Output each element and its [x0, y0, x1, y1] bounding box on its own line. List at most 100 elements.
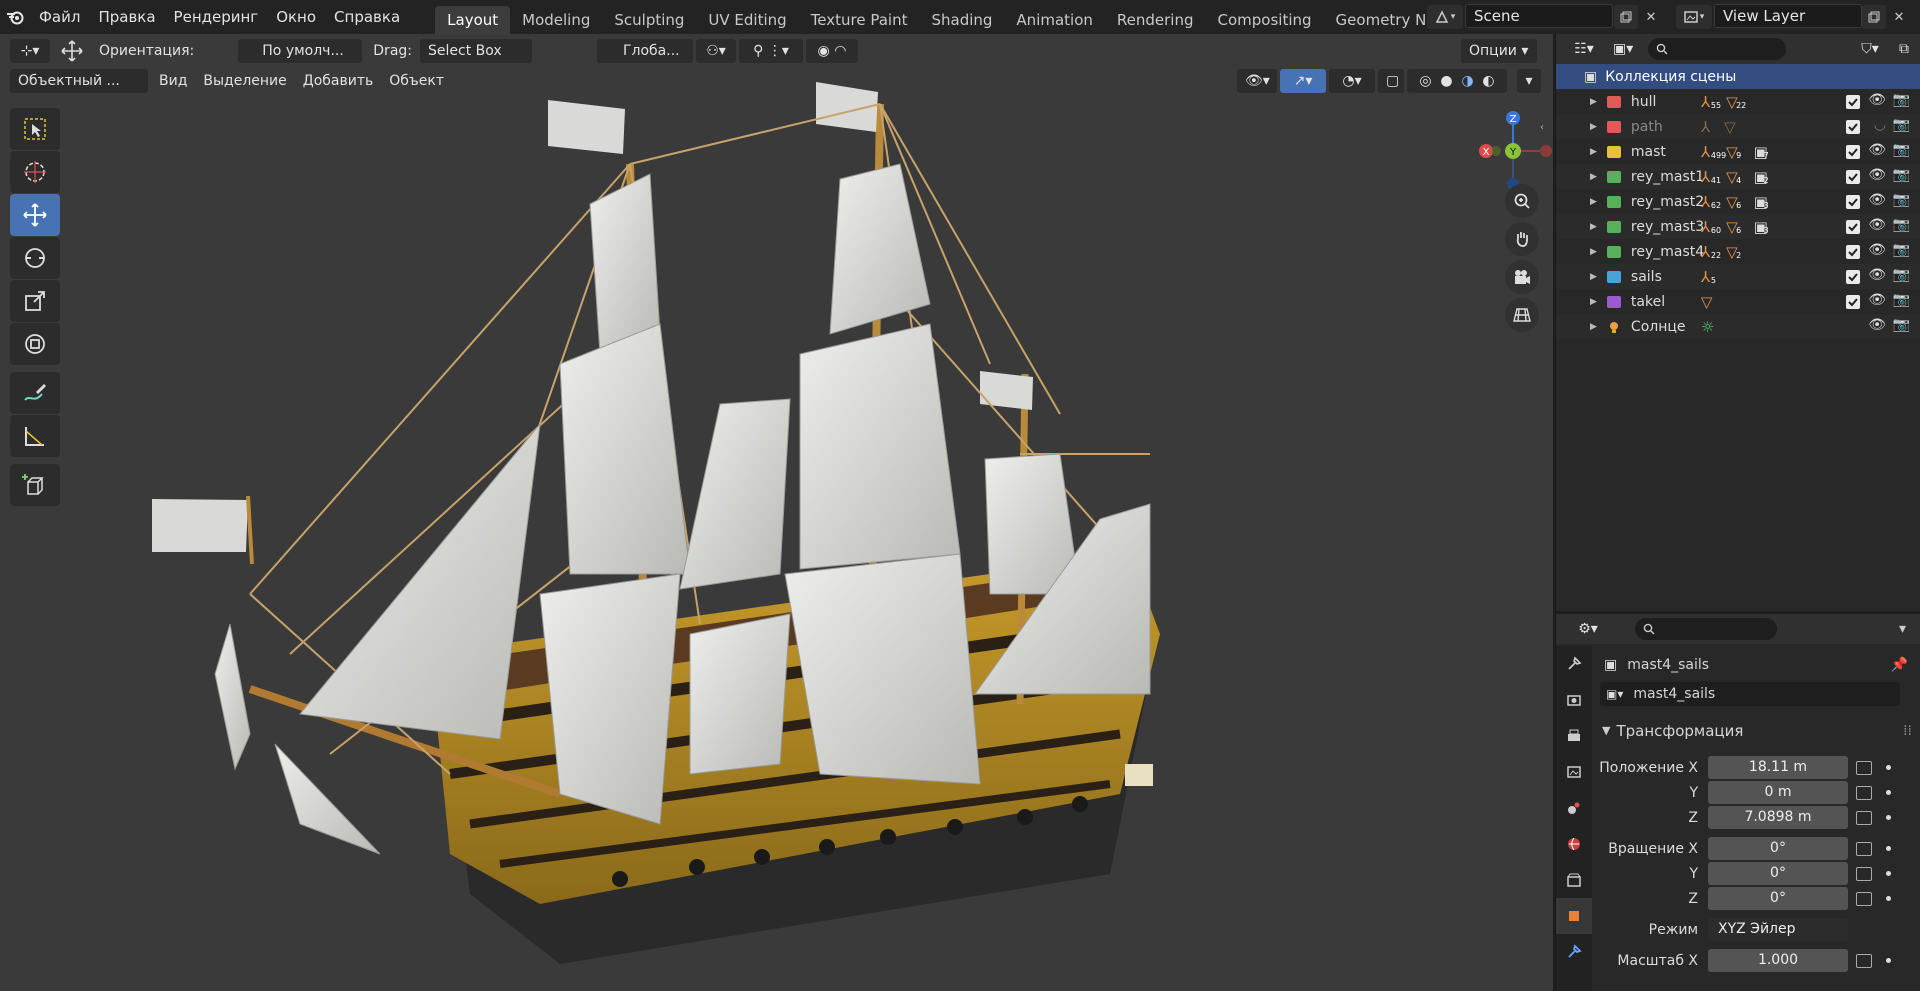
expand-arrow-icon[interactable]: ▶ [1590, 197, 1597, 207]
exclude-checkbox[interactable] [1846, 295, 1860, 309]
blender-logo-icon[interactable] [0, 0, 30, 34]
view-layer-tab-icon[interactable] [1556, 754, 1592, 790]
keyframe-dot-icon[interactable] [1886, 871, 1891, 876]
tab-modeling[interactable]: Modeling [510, 6, 602, 34]
shading-options-icon[interactable]: ▾ [1517, 69, 1541, 93]
tab-texture-paint[interactable]: Texture Paint [799, 6, 920, 34]
expand-arrow-icon[interactable]: ▶ [1590, 322, 1597, 332]
remove-scene-icon[interactable]: ✕ [1640, 5, 1662, 29]
transform-section-header[interactable]: ▼ Трансформация ⁞⁞ [1592, 718, 1920, 743]
scene-tab-icon[interactable] [1556, 790, 1592, 826]
mesh-icon[interactable]: ▽ 4 [1726, 168, 1741, 186]
exclude-checkbox[interactable] [1846, 145, 1860, 159]
visibility-icon[interactable]: 👁▾ [1237, 69, 1277, 93]
exclude-checkbox[interactable] [1846, 195, 1860, 209]
mode-dropdown[interactable]: Объектный ... [10, 69, 148, 93]
render-camera-icon[interactable]: 📷 [1893, 217, 1910, 233]
remove-view-layer-icon[interactable]: ✕ [1888, 5, 1910, 29]
visibility-eye-icon[interactable]: 👁 [1868, 142, 1886, 158]
expand-arrow-icon[interactable]: ▶ [1590, 247, 1597, 257]
lock-icon[interactable] [1856, 760, 1872, 775]
solid-shading-icon[interactable]: ● [1440, 69, 1452, 93]
tab-uv-editing[interactable]: UV Editing [696, 6, 798, 34]
render-camera-icon[interactable]: 📷 [1893, 292, 1910, 308]
lock-icon[interactable] [1856, 866, 1872, 881]
scene-selector-button[interactable]: ▾ [1427, 5, 1463, 29]
exclude-checkbox[interactable] [1846, 220, 1860, 234]
expand-arrow-icon[interactable]: ▶ [1590, 172, 1597, 182]
pivot-point-icon[interactable]: ⚇▾ [696, 39, 736, 63]
xray-icon[interactable]: ▢ [1378, 69, 1404, 93]
scale-x-field[interactable]: 1.000 [1708, 949, 1848, 972]
tab-animation[interactable]: Animation [1004, 6, 1104, 34]
visibility-eye-icon[interactable]: 👁 [1868, 217, 1886, 233]
new-view-layer-icon[interactable] [1862, 5, 1886, 29]
ship-model[interactable] [0, 34, 1553, 991]
outliner-item[interactable]: ▶ rey_mast1 ⅄ 41 ▽ 4 ▣ 2 👁 📷 [1556, 164, 1920, 189]
world-tab-icon[interactable] [1556, 826, 1592, 862]
render-camera-icon[interactable]: 📷 [1893, 167, 1910, 183]
collection-icon[interactable]: ▣ 7 [1754, 143, 1769, 161]
visibility-eye-icon[interactable]: 👁 [1868, 92, 1886, 108]
collection-tab-icon[interactable] [1556, 862, 1592, 898]
outliner-item[interactable]: ▶ path ⅄ ▽ ◡ 📷 [1556, 114, 1920, 139]
object-tab-icon[interactable] [1556, 898, 1592, 934]
zoom-icon[interactable] [1505, 184, 1539, 218]
transform-orientation-dropdown[interactable]: Глоба... [597, 39, 693, 63]
rendered-shading-icon[interactable]: ◐ [1482, 69, 1494, 93]
rotation-z-field[interactable]: 0° [1708, 887, 1848, 910]
properties-editor-type-icon[interactable]: ⚙▾ [1568, 617, 1608, 641]
location-x-field[interactable]: 18.11 m [1708, 756, 1848, 779]
exclude-checkbox[interactable] [1846, 245, 1860, 259]
expand-arrow-icon[interactable]: ▶ [1590, 222, 1597, 232]
outliner-item[interactable]: ▶ mast ⅄ 499 ▽ 9 ▣ 7 👁 📷 [1556, 139, 1920, 164]
empty-icon[interactable]: ⅄ 41 [1701, 168, 1721, 186]
rotation-mode-dropdown[interactable]: XYZ Эйлер [1708, 918, 1848, 941]
empty-icon[interactable]: ⅄ 55 [1701, 93, 1721, 111]
mesh-icon[interactable]: ▽ 2 [1726, 243, 1741, 261]
location-y-field[interactable]: 0 m [1708, 781, 1848, 804]
keyframe-dot-icon[interactable] [1886, 896, 1891, 901]
keyframe-dot-icon[interactable] [1886, 958, 1891, 963]
menu-select[interactable]: Выделение [195, 69, 294, 93]
exclude-checkbox[interactable] [1846, 170, 1860, 184]
mesh-icon[interactable]: ▽ 9 [1726, 143, 1741, 161]
render-camera-icon[interactable]: 📷 [1893, 317, 1910, 333]
outliner-item[interactable]: ▶ takel ▽ 👁 📷 [1556, 289, 1920, 314]
keyframe-dot-icon[interactable] [1886, 846, 1891, 851]
keyframe-dot-icon[interactable] [1886, 765, 1891, 770]
visibility-eye-icon[interactable]: 👁 [1868, 192, 1886, 208]
view-layer-name-field[interactable]: View Layer [1714, 4, 1862, 28]
mesh-icon[interactable]: ▽ [1701, 293, 1713, 311]
overlays-icon[interactable]: ◔▾ [1329, 69, 1375, 93]
lock-icon[interactable] [1856, 785, 1872, 800]
select-box-tool-icon[interactable] [10, 108, 60, 150]
exclude-checkbox[interactable] [1846, 95, 1860, 109]
lock-icon[interactable] [1856, 841, 1872, 856]
empty-icon[interactable]: ⅄ 60 [1701, 218, 1721, 236]
render-tab-icon[interactable] [1556, 682, 1592, 718]
menu-add[interactable]: Добавить [295, 69, 381, 93]
empty-icon[interactable]: ⅄ [1701, 118, 1710, 136]
3d-viewport[interactable]: ⊹▾ Ориентация: По умолч... Drag: Select … [0, 34, 1553, 991]
visibility-eye-icon[interactable]: 👁 [1868, 242, 1886, 258]
empty-icon[interactable]: ⅄ 62 [1701, 193, 1721, 211]
menu-object[interactable]: Объект [381, 69, 452, 93]
tool-settings-icon[interactable]: ⊹▾ [10, 39, 50, 63]
add-cube-tool-icon[interactable] [10, 464, 60, 506]
render-camera-icon[interactable]: 📷 [1893, 142, 1910, 158]
orientation-dropdown[interactable]: По умолч... [238, 39, 363, 63]
output-tab-icon[interactable] [1556, 718, 1592, 754]
scene-name-field[interactable]: Scene [1465, 4, 1613, 28]
transform-tool-icon[interactable] [10, 323, 60, 365]
mesh-icon[interactable]: ▽ 6 [1726, 193, 1741, 211]
empty-icon[interactable]: ⅄ 5 [1701, 268, 1716, 286]
collection-icon[interactable]: ▣ 3 [1754, 218, 1769, 236]
rotation-x-field[interactable]: 0° [1708, 837, 1848, 860]
mesh-icon[interactable]: ▽ 6 [1726, 218, 1741, 236]
tab-compositing[interactable]: Compositing [1206, 6, 1324, 34]
properties-options-icon[interactable]: ▾ [1899, 621, 1906, 637]
menu-render[interactable]: Рендеринг [165, 4, 268, 30]
keyframe-dot-icon[interactable] [1886, 815, 1891, 820]
outliner-item[interactable]: ▶ rey_mast3 ⅄ 60 ▽ 6 ▣ 3 👁 📷 [1556, 214, 1920, 239]
